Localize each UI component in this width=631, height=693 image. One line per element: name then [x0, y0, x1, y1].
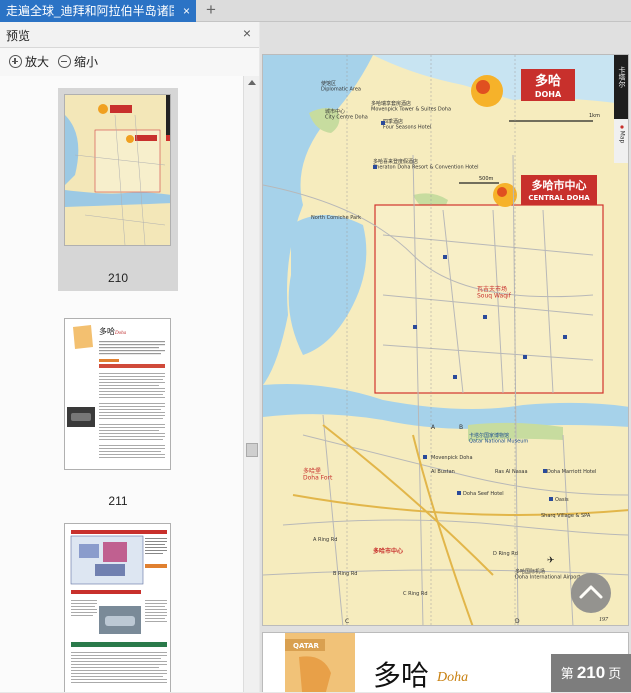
- page-indicator-prefix: 第: [560, 666, 574, 681]
- thumbnail-label-210: 210: [107, 271, 129, 285]
- tab-title: 走遍全球_迪拜和阿拉伯半岛诸国: [6, 4, 174, 18]
- sidebar-scrollbar[interactable]: [243, 76, 259, 692]
- label-center: 多哈市中心: [373, 547, 403, 555]
- scale-km: 1km: [589, 113, 600, 119]
- side-tab-en: Map: [619, 131, 626, 144]
- label-al-bustan: Al Bustan: [431, 469, 455, 475]
- label-moevenpick-doha: Movenpick Doha: [431, 455, 473, 461]
- inset-title-en: CENTRAL DOHA: [528, 194, 590, 202]
- thumb-210-map: [65, 95, 170, 245]
- label-oasis: Oasis: [555, 497, 569, 503]
- side-tab-label: 卡塔尔: [618, 66, 626, 88]
- zoom-out-icon: [58, 55, 71, 68]
- next-page-title-cn: 多哈: [373, 659, 429, 692]
- zoom-toolbar: 放大 缩小: [0, 48, 259, 76]
- page-indicator-number: 210: [576, 663, 606, 682]
- grid-d: D: [515, 618, 520, 625]
- page-indicator-suffix: 页: [608, 666, 622, 681]
- label-ras: Ras Al Nasaa: [495, 469, 528, 475]
- label-sharq: Sharq Village & SPA: [541, 513, 591, 519]
- page-number: 197: [599, 617, 609, 623]
- grid-b: B: [459, 424, 463, 431]
- airport-icon: ✈: [547, 556, 555, 566]
- thumbnail-list[interactable]: 210 多哈 Doha 211: [0, 76, 243, 692]
- country-tag: QATAR: [293, 642, 319, 650]
- thumb-212-page: [65, 524, 170, 692]
- thumbnail-page-210[interactable]: [64, 94, 171, 246]
- tab-bar: 走遍全球_迪拜和阿拉伯半岛诸国 × +: [0, 0, 631, 22]
- document-tab[interactable]: 走遍全球_迪拜和阿拉伯半岛诸国 ×: [0, 0, 196, 22]
- thumb-211-page: 多哈 Doha: [65, 319, 170, 469]
- grid-c: C: [345, 618, 349, 625]
- map-title-en: DOHA: [535, 90, 562, 99]
- thumbnail-page-212[interactable]: [64, 523, 171, 692]
- sidebar-header: 预览 ×: [0, 22, 259, 48]
- next-page-title-en: Doha: [436, 670, 468, 685]
- new-tab-icon[interactable]: +: [202, 0, 220, 22]
- page-210: 多哈 DOHA 多哈市中心 CENTRAL DOHA 卡塔尔 Map 1km 5…: [262, 54, 629, 626]
- label-doha-seef: Doha Seef Hotel: [463, 491, 504, 497]
- sidebar-title: 预览: [6, 29, 31, 43]
- zoom-in-icon: [9, 55, 22, 68]
- label-c-ring: C Ring Rd: [403, 591, 428, 597]
- label-doha-marriott: Doha Marriott Hotel: [547, 469, 596, 475]
- scale-m: 500m: [479, 176, 494, 182]
- thumb-211-subtitle: Doha: [114, 331, 127, 336]
- thumb-211-title: 多哈: [99, 326, 115, 336]
- label-d-ring: D Ring Rd: [493, 551, 518, 557]
- tab-close-icon[interactable]: ×: [183, 0, 190, 22]
- label-souq-waqif: 瓦吉夫市场 Souq Waqif: [477, 285, 512, 300]
- sidebar-close-icon[interactable]: ×: [243, 25, 251, 41]
- map-title-cn: 多哈: [535, 73, 561, 89]
- doha-map: 多哈 DOHA 多哈市中心 CENTRAL DOHA 卡塔尔 Map 1km 5…: [263, 55, 628, 625]
- zoom-out-button[interactable]: 缩小: [58, 53, 98, 71]
- scrollbar-thumb[interactable]: [246, 443, 258, 457]
- zoom-out-label: 缩小: [74, 55, 99, 69]
- scroll-to-top-button[interactable]: [571, 573, 611, 613]
- label-a-ring: A Ring Rd: [313, 537, 337, 543]
- thumbnail-label-211: 211: [108, 494, 128, 508]
- zoom-in-button[interactable]: 放大: [9, 53, 49, 71]
- zoom-in-label: 放大: [25, 55, 50, 69]
- scroll-up-arrow-icon[interactable]: [248, 80, 256, 85]
- preview-sidebar: 预览 × 放大 缩小 210 多哈 Doha 211: [0, 22, 259, 692]
- inset-title-cn: 多哈市中心: [532, 178, 587, 192]
- label-north-corniche: North Corniche Park: [311, 215, 361, 221]
- page-indicator: 第 210 页: [551, 654, 631, 692]
- chevron-up-icon: [579, 585, 603, 599]
- label-b-ring: B Ring Rd: [333, 571, 357, 577]
- thumbnail-page-211[interactable]: 多哈 Doha: [64, 318, 171, 470]
